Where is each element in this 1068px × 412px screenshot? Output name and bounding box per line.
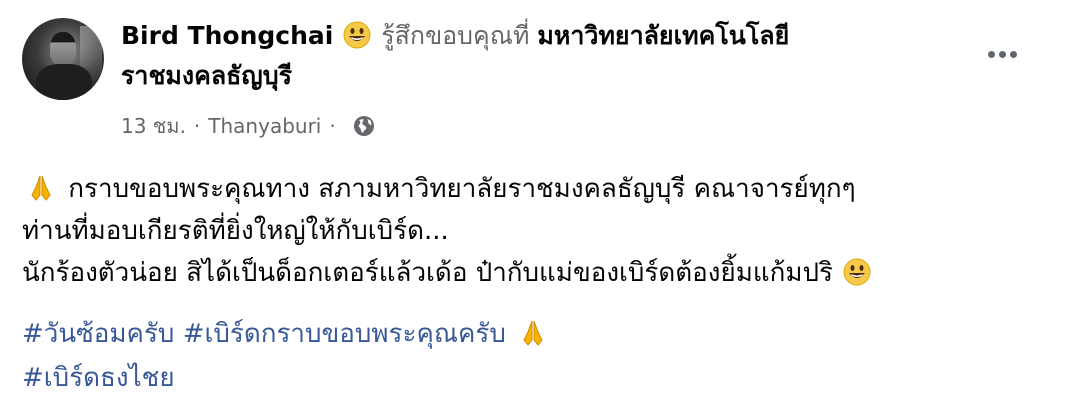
place-name-line2[interactable]: ราชมงคลธัญบุรี (121, 61, 292, 90)
post-header: Bird Thongchai รู้สึกขอบคุณที่ มหาวิทยาล… (121, 16, 961, 96)
post-options-button[interactable] (980, 38, 1024, 70)
post-content: กราบขอบพระคุณทาง สภามหาวิทยาลัยราชมงคลธั… (22, 168, 1052, 294)
feeling-text: รู้สึกขอบคุณที่ (381, 21, 530, 50)
place-name-line1[interactable]: มหาวิทยาลัยเทคโนโลยี (537, 21, 789, 50)
hashtag-block: #วันซ้อมครับ #เบิร์ดกราบขอบพระคุณครับ #เ… (22, 312, 552, 400)
grinning-emoji-icon (843, 258, 871, 286)
more-dot (987, 50, 995, 58)
meta-separator: · (329, 114, 336, 138)
post-meta: 13 ชม. · Thanyaburi · (121, 108, 376, 144)
content-line-1: กราบขอบพระคุณทาง สภามหาวิทยาลัยราชมงคลธั… (22, 168, 1052, 210)
content-line-3: นักร้องตัวน่อย สิได้เป็นด็อกเตอร์แล้วเด้… (22, 252, 1052, 294)
content-text-3: นักร้องตัวน่อย สิได้เป็นด็อกเตอร์แล้วเด้… (22, 258, 833, 288)
content-line-2: ท่านที่มอบเกียรติที่ยิ่งใหญ่ให้กับเบิร์ด… (22, 216, 449, 246)
hashtag-link[interactable]: #เบิร์ดกราบขอบพระคุณครับ (183, 319, 506, 349)
hashtag-link[interactable]: #เบิร์ดธงไชย (22, 363, 175, 393)
avatar-body (36, 64, 92, 100)
author-name[interactable]: Bird Thongchai (121, 21, 333, 50)
meta-separator: · (193, 114, 201, 138)
avatar-face (50, 32, 76, 66)
folded-hands-icon (523, 320, 543, 346)
author-avatar[interactable] (22, 18, 104, 100)
more-dot (1009, 50, 1017, 58)
more-dot (998, 50, 1006, 58)
post-timestamp[interactable]: 13 ชม. (121, 108, 186, 144)
globe-icon[interactable] (352, 114, 376, 138)
folded-hands-icon (31, 175, 51, 201)
grinning-emoji-icon (343, 21, 371, 49)
hashtag-link[interactable]: #วันซ้อมครับ (22, 319, 174, 349)
content-text-1: กราบขอบพระคุณทาง สภามหาวิทยาลัยราชมงคลธั… (68, 174, 856, 204)
post-location[interactable]: Thanyaburi (208, 108, 321, 144)
